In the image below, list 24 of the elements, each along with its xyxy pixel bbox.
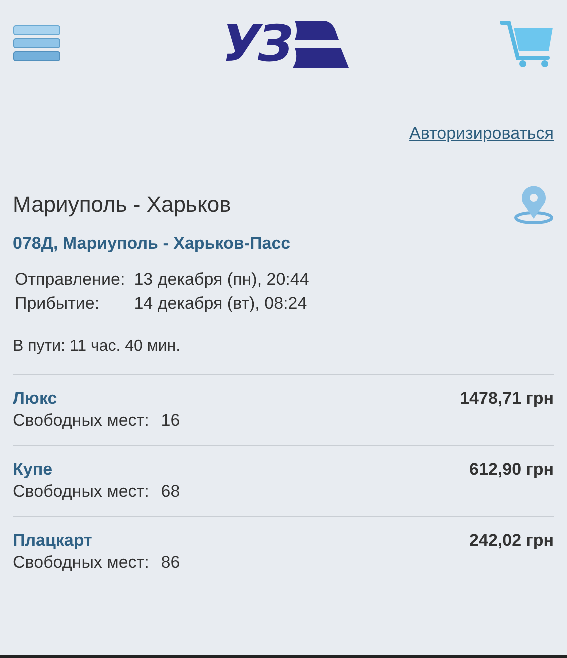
schedule-label: Отправление:: [15, 270, 126, 290]
logo: УЗ: [222, 19, 349, 69]
schedule-value: 13 декабря (пн), 20:44: [134, 270, 310, 290]
schedule-value: 14 декабря (вт), 08:24: [134, 294, 308, 314]
menu-icon[interactable]: [13, 25, 61, 63]
class-name[interactable]: Плацкарт: [13, 531, 92, 551]
seats-count: 16: [161, 411, 180, 431]
login-link[interactable]: Авторизироваться: [410, 124, 554, 144]
travel-duration: В пути: 11 час. 40 мин.: [13, 338, 182, 356]
route-title: Мариуполь - Харьков: [13, 192, 232, 218]
seats-label: Свободных мест:: [13, 411, 150, 431]
price: 612,90 грн: [470, 460, 554, 480]
price: 1478,71 грн: [460, 389, 554, 409]
seats-label: Свободных мест:: [13, 482, 150, 502]
class-name[interactable]: Люкс: [13, 389, 58, 409]
train-name: 078Д, Мариуполь - Харьков-Пасс: [13, 234, 292, 254]
seats-count: 86: [161, 553, 180, 573]
seats-label: Свободных мест:: [13, 553, 150, 573]
seats-count: 68: [161, 482, 180, 502]
class-name[interactable]: Купе: [13, 460, 53, 480]
cart-icon[interactable]: [500, 20, 554, 68]
price: 242,02 грн: [470, 531, 554, 551]
schedule-label: Прибытие:: [15, 294, 101, 314]
location-pin-icon[interactable]: [514, 186, 554, 224]
